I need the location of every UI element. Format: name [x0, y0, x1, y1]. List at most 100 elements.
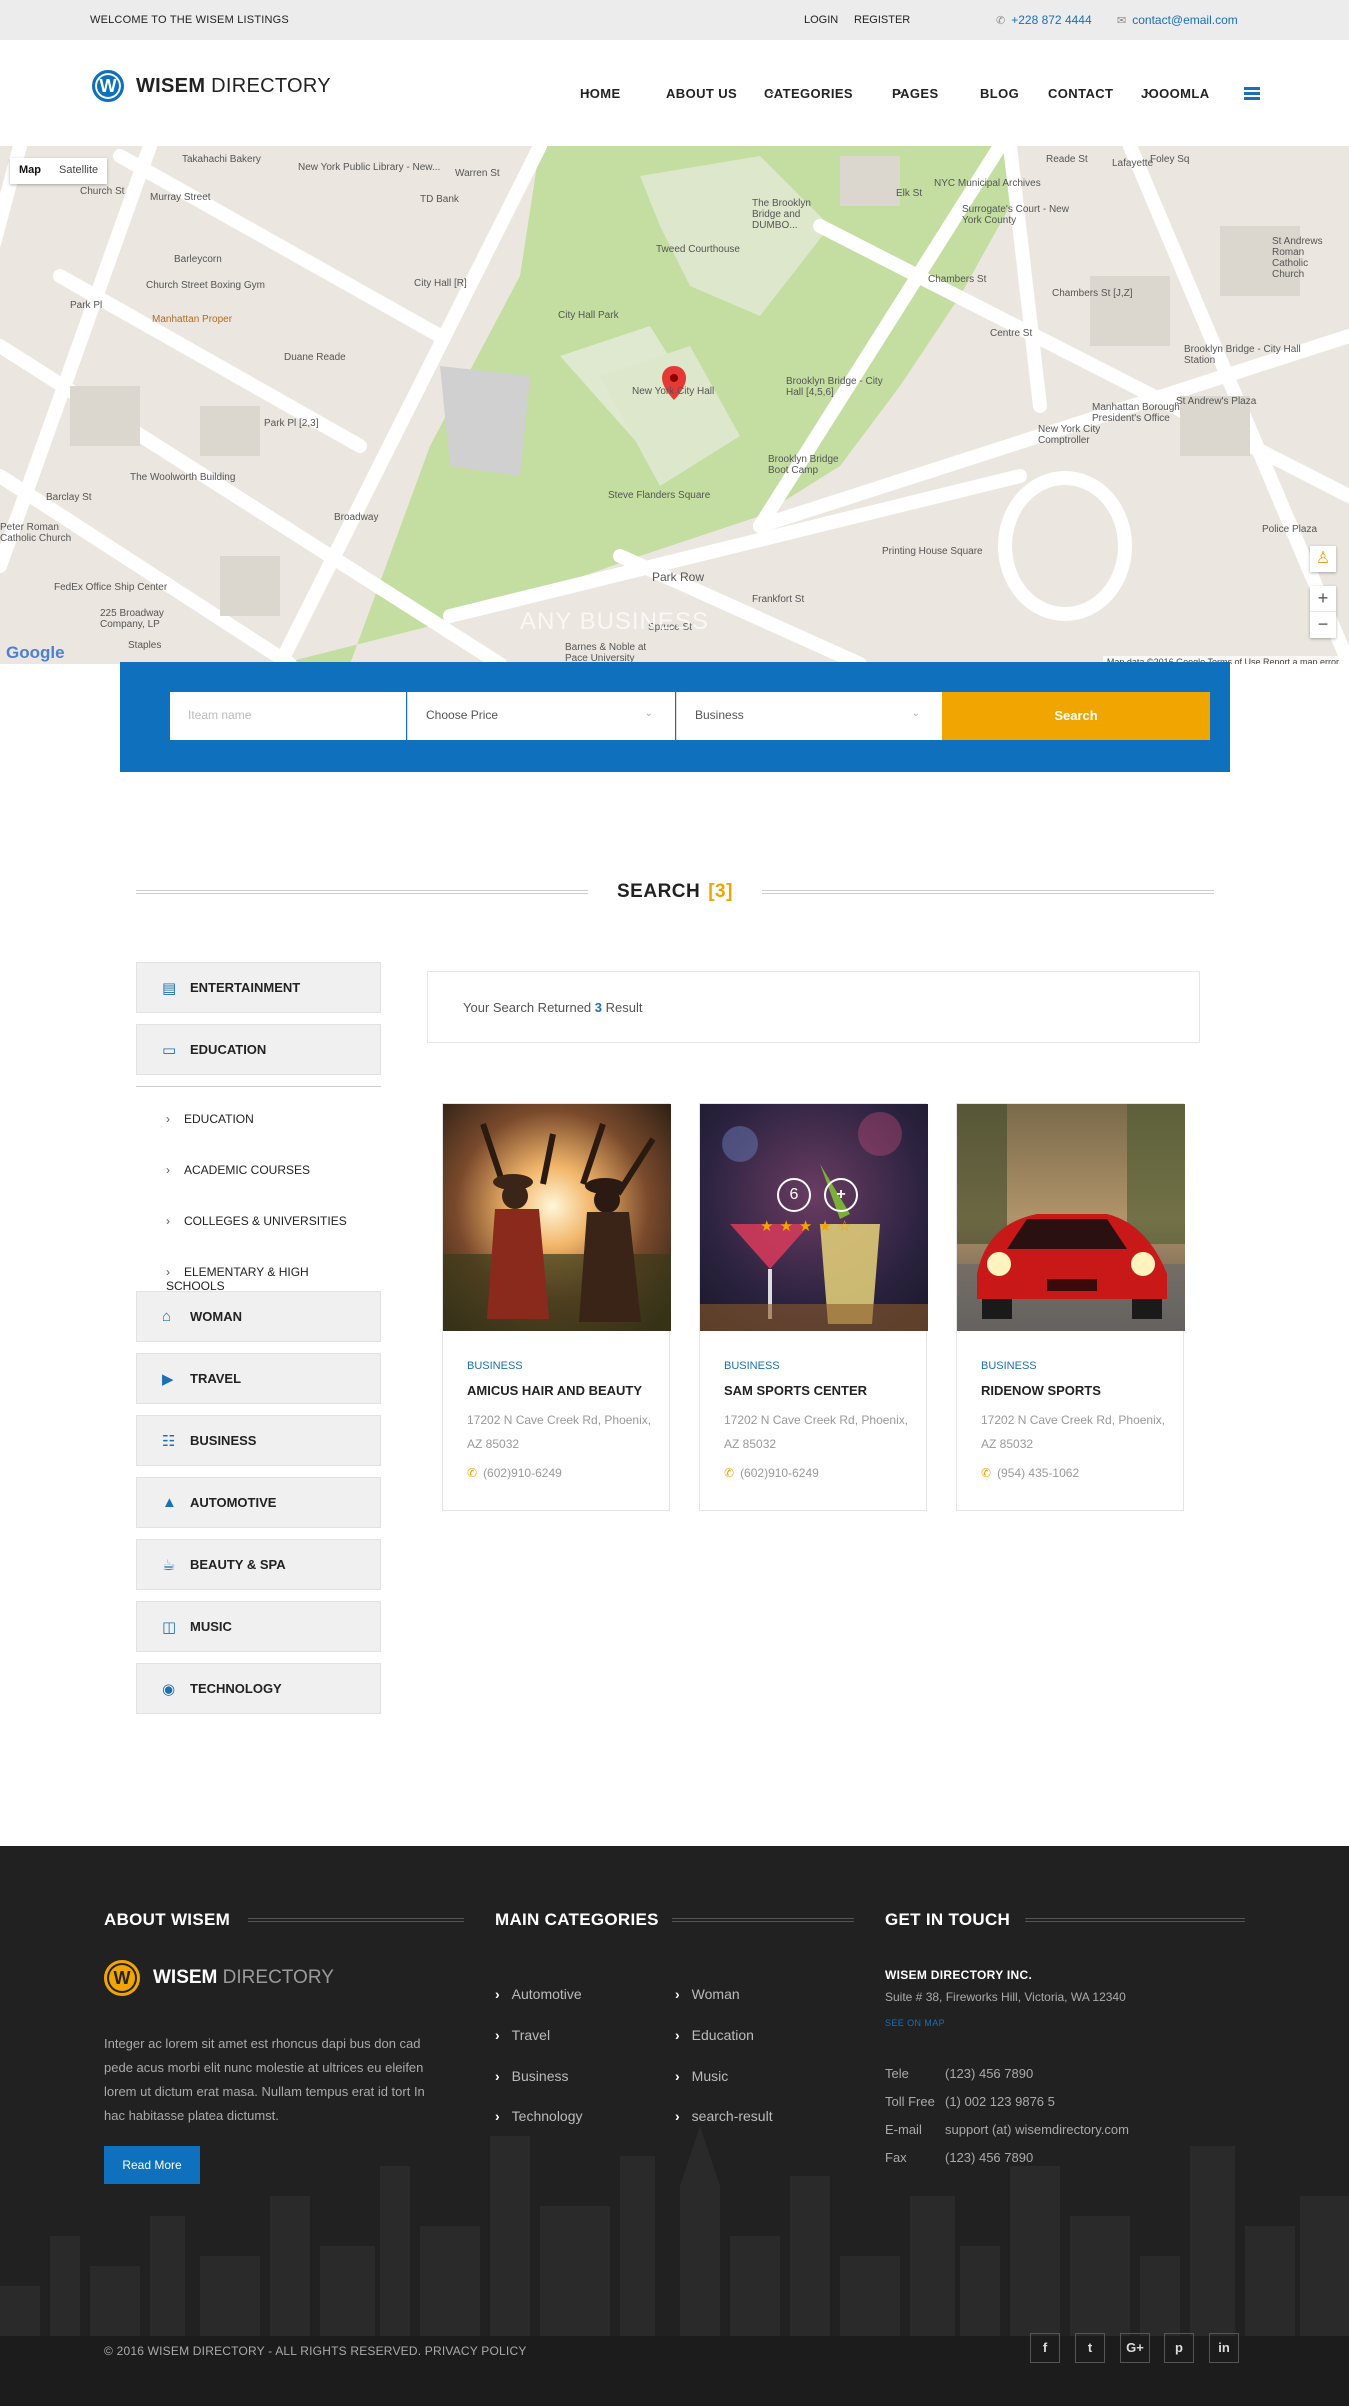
chevron-down-icon: ⌄: [1145, 86, 1153, 96]
listing-category[interactable]: BUSINESS: [724, 1360, 780, 1372]
listing-name[interactable]: RIDENOW SPORTS: [981, 1383, 1101, 1398]
chevron-right-icon: ›: [495, 2108, 500, 2124]
star-icon: ☆: [837, 1218, 858, 1235]
footer-category-link[interactable]: › Travel: [495, 2027, 550, 2043]
footer-category-link[interactable]: › Automotive: [495, 1986, 582, 2002]
category-entertainment[interactable]: ▤ ENTERTAINMENT: [136, 962, 381, 1013]
map-label: Chambers St: [928, 274, 987, 285]
footer-category-link[interactable]: › Technology: [495, 2108, 583, 2124]
footer-category-link[interactable]: › search-result: [675, 2108, 773, 2124]
listing-address: 17202 N Cave Creek Rd, Phoenix, AZ 85032: [724, 1413, 909, 1451]
category-education[interactable]: ▭ EDUCATION: [136, 1024, 381, 1075]
item-name-input[interactable]: Iteam name: [170, 692, 406, 740]
footer-category-label: search-result: [691, 2108, 773, 2124]
nav-about[interactable]: ABOUT US: [666, 86, 737, 101]
read-more-button[interactable]: Read More: [104, 2146, 200, 2184]
map-label: Lafayette: [1112, 158, 1154, 169]
map-type-map-button[interactable]: Map: [10, 158, 50, 184]
phone-icon: ✆: [467, 1466, 478, 1480]
contact-value: (123) 456 7890: [945, 2150, 1034, 2165]
section-title-label: SEARCH: [617, 881, 701, 902]
facebook-icon[interactable]: f: [1030, 2333, 1060, 2363]
footer-category-label: Education: [691, 2027, 754, 2043]
phone-icon: ✆: [996, 15, 1006, 27]
category-music[interactable]: ◫ MUSIC: [136, 1601, 381, 1652]
site-logo[interactable]: W WISEM DIRECTORY: [92, 70, 331, 102]
listing-category[interactable]: BUSINESS: [981, 1360, 1037, 1372]
zoom-in-button[interactable]: +: [1310, 586, 1336, 612]
listing-image[interactable]: [957, 1104, 1185, 1331]
map-label: New York City Hall: [632, 386, 715, 397]
footer-category-link[interactable]: › Woman: [675, 1986, 740, 2002]
register-link[interactable]: REGISTER: [854, 14, 910, 26]
footer-categories-title: MAIN CATEGORIES: [495, 1910, 659, 1929]
subcategory-colleges[interactable]: › COLLEGES & UNIVERSITIES: [136, 1196, 381, 1247]
listing-image[interactable]: 6 + ★★★★☆: [700, 1104, 928, 1331]
graduation-cap-icon: ▲: [162, 1494, 177, 1511]
login-link[interactable]: LOGIN: [804, 14, 838, 26]
listing-address: 17202 N Cave Creek Rd, Phoenix, AZ 85032: [981, 1413, 1166, 1451]
street-view-pegman-icon[interactable]: ♙: [1310, 546, 1336, 572]
map-label: City Hall Park: [558, 310, 619, 321]
search-button[interactable]: Search: [942, 692, 1210, 740]
map-label: Elk St: [896, 188, 923, 199]
chevron-down-icon: ⌄: [896, 86, 904, 96]
footer-logo[interactable]: W WISEM DIRECTORY: [104, 1960, 334, 1996]
footer-category-link[interactable]: › Education: [675, 2027, 754, 2043]
zoom-out-button[interactable]: −: [1310, 612, 1336, 638]
map-label: FedEx Office Ship Center: [54, 582, 168, 593]
topbar-email[interactable]: ✉ contact@email.com: [1117, 13, 1238, 27]
contact-label: Tele: [885, 2066, 909, 2081]
twitter-icon[interactable]: t: [1075, 2333, 1105, 2363]
section-title-text: SEARCH [3]: [617, 881, 733, 903]
google-logo[interactable]: Google: [6, 643, 65, 663]
star-icon: ★: [818, 1218, 838, 1235]
book-icon: ◫: [162, 1618, 177, 1636]
category-label: WOMAN: [190, 1309, 242, 1324]
map-label: New York Public Library - New...: [298, 162, 441, 173]
map-label: Barleycorn: [174, 254, 222, 265]
contact-value[interactable]: support (at) wisemdirectory.com: [945, 2122, 1129, 2137]
category-automotive[interactable]: ▲ AUTOMOTIVE: [136, 1477, 381, 1528]
category-travel[interactable]: ▶ TRAVEL: [136, 1353, 381, 1404]
see-on-map-link[interactable]: SEE ON MAP: [885, 2018, 945, 2028]
pinterest-icon[interactable]: p: [1164, 2333, 1194, 2363]
subcategory-academic-courses[interactable]: › ACADEMIC COURSES: [136, 1145, 381, 1196]
listing-photo-count[interactable]: 6: [777, 1178, 811, 1212]
footer-category-link[interactable]: › Business: [495, 2068, 568, 2084]
listing-name[interactable]: AMICUS HAIR AND BEAUTY: [467, 1383, 642, 1398]
listing-card[interactable]: 6 + ★★★★☆ BUSINESS SAM SPORTS CENTER 172…: [699, 1103, 928, 1511]
nav-blog[interactable]: BLOG: [980, 86, 1019, 101]
map-label: St Andrew's Plaza: [1176, 396, 1257, 407]
listing-category[interactable]: BUSINESS: [467, 1360, 523, 1372]
category-woman[interactable]: ⌂ WOMAN: [136, 1291, 381, 1342]
footer-category-label: Travel: [511, 2027, 551, 2043]
price-select[interactable]: Choose Price ⌄: [407, 692, 675, 740]
map-label: Park Pl: [70, 300, 103, 311]
category-business[interactable]: ☷ BUSINESS: [136, 1415, 381, 1466]
menu-hamburger-icon[interactable]: [1244, 87, 1260, 100]
category-beauty-spa[interactable]: ☕ BEAUTY & SPA: [136, 1539, 381, 1590]
map-label: NYC Municipal Archives: [934, 178, 1041, 189]
category-select[interactable]: Business ⌄: [676, 692, 942, 740]
phone-icon: ✆: [724, 1466, 735, 1480]
map-label: St Andrews Roman Catholic Church: [1272, 236, 1323, 280]
listing-name[interactable]: SAM SPORTS CENTER: [724, 1383, 867, 1398]
listing-card[interactable]: BUSINESS RIDENOW SPORTS 17202 N Cave Cre…: [956, 1103, 1185, 1511]
listing-image[interactable]: [443, 1104, 671, 1331]
google-plus-icon[interactable]: G+: [1120, 2333, 1150, 2363]
listing-card[interactable]: BUSINESS AMICUS HAIR AND BEAUTY 17202 N …: [442, 1103, 671, 1511]
footer-category-link[interactable]: › Music: [675, 2068, 728, 2084]
nav-contact[interactable]: CONTACT: [1048, 86, 1113, 101]
subcategory-education[interactable]: › EDUCATION: [136, 1094, 381, 1145]
map-label: New York City Comptroller: [1038, 424, 1101, 446]
map-label: Tweed Courthouse: [656, 244, 740, 255]
category-technology[interactable]: ◉ TECHNOLOGY: [136, 1663, 381, 1714]
linkedin-icon[interactable]: in: [1209, 2333, 1239, 2363]
zoom-control: + −: [1310, 586, 1336, 638]
plus-icon[interactable]: +: [824, 1178, 858, 1212]
map[interactable]: Takahachi Bakery New York Public Library…: [0, 146, 1349, 664]
chevron-right-icon: ›: [495, 2027, 500, 2043]
map-label: Park Row: [652, 570, 705, 584]
map-type-satellite-button[interactable]: Satellite: [50, 158, 107, 184]
